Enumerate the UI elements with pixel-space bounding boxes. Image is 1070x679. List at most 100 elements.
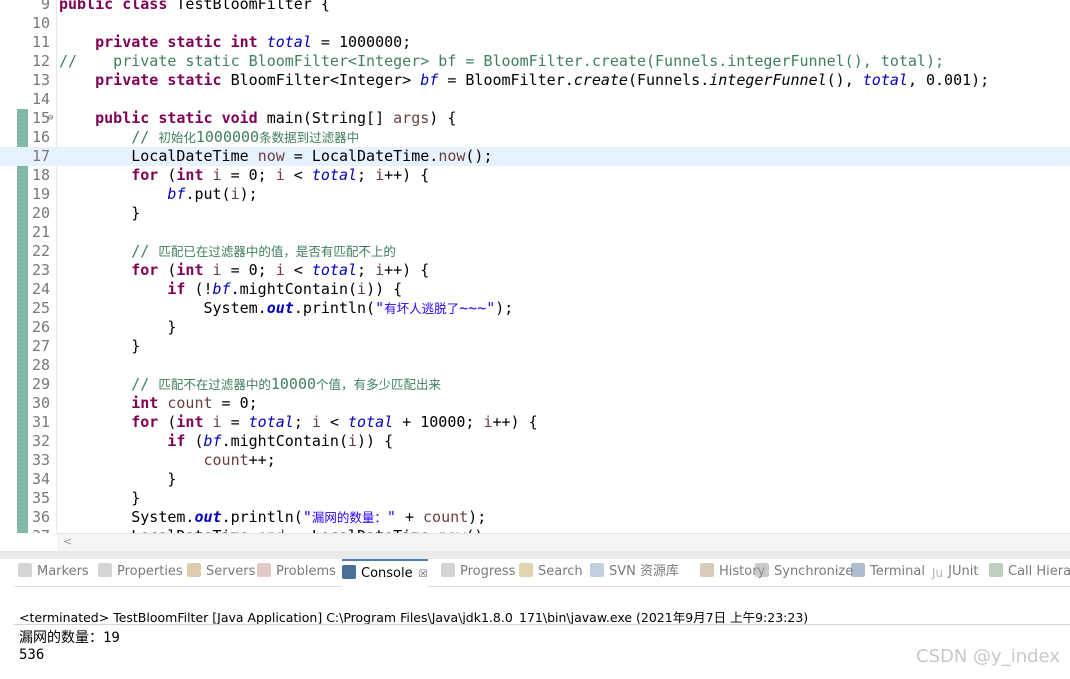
tab-terminal[interactable]: Terminal: [851, 559, 925, 586]
svn-icon: [590, 563, 604, 577]
tab-label: Console: [361, 566, 413, 581]
console-output-line-2: 536: [19, 647, 45, 663]
line-number: 26: [31, 318, 50, 336]
line-number: 22: [31, 242, 50, 260]
code-line[interactable]: 16 // 初始化1000000条数据到过滤器中: [0, 128, 1070, 147]
code-text: System.out.println("漏网的数量：" + count);: [59, 508, 487, 526]
scroll-left-arrow-icon[interactable]: <: [63, 535, 72, 548]
search-icon: [519, 563, 533, 577]
code-line[interactable]: 29 // 匹配不在过滤器中的10000个值，有多少匹配出来: [0, 375, 1070, 394]
code-text: public static void main(String[] args) {: [95, 109, 457, 127]
code-line[interactable]: 30 int count = 0;: [0, 394, 1070, 413]
tab-junit[interactable]: Ju JUnit: [932, 559, 978, 586]
line-number: 29: [31, 375, 50, 393]
tab-label: Markers: [37, 564, 89, 579]
code-line[interactable]: 9 public class TestBloomFilter {: [0, 0, 1070, 14]
line-number: 30: [31, 394, 50, 412]
code-line[interactable]: 26 }: [0, 318, 1070, 337]
tab-label: Synchronize: [774, 564, 854, 579]
line-number: 37: [28, 527, 50, 533]
code-line[interactable]: 33 count++;: [0, 451, 1070, 470]
code-text: // private static BloomFilter<Integer> b…: [59, 52, 945, 70]
code-line[interactable]: 17 LocalDateTime now = LocalDateTime.now…: [0, 147, 1070, 166]
tab-progress[interactable]: Progress: [441, 559, 515, 586]
line-number: 13: [31, 71, 50, 89]
fold-toggle-icon[interactable]: ⊖: [48, 109, 53, 128]
bottom-panel-tabs: Markers Properties Servers Problems Console ☒…: [14, 559, 1070, 588]
properties-icon: [98, 563, 112, 577]
code-line[interactable]: 25 System.out.println("有坏人逃脱了~~~");: [0, 299, 1070, 318]
terminal-icon: [851, 563, 865, 577]
code-editor[interactable]: 9 public class TestBloomFilter {10 11 priv…: [0, 0, 1070, 533]
tab-servers[interactable]: Servers: [187, 559, 255, 586]
code-text: if (bf.mightContain(i)) {: [167, 432, 394, 450]
code-line[interactable]: 32 if (bf.mightContain(i)) {: [0, 432, 1070, 451]
code-line[interactable]: 34 }: [0, 470, 1070, 489]
tab-markers[interactable]: Markers: [18, 559, 89, 586]
line-number: 12: [31, 52, 50, 70]
code-line[interactable]: 20 }: [0, 204, 1070, 223]
line-number: 24: [31, 280, 50, 298]
code-line[interactable]: 31 for (int i = total; i < total + 10000…: [0, 413, 1070, 432]
code-line[interactable]: 24 if (!bf.mightContain(i)) {: [0, 280, 1070, 299]
tab-label: Problems: [276, 564, 336, 579]
tab-label: Search: [538, 564, 583, 579]
tab-console[interactable]: Console ☒: [342, 559, 428, 588]
code-line[interactable]: 13 private static BloomFilter<Integer> b…: [0, 71, 1070, 90]
line-number: 28: [31, 356, 50, 374]
code-text: }: [59, 470, 177, 488]
tab-search[interactable]: Search: [519, 559, 583, 586]
code-line[interactable]: 28: [0, 356, 1070, 375]
tab-label: Call Hierar: [1008, 564, 1070, 579]
tab-label: Terminal: [870, 564, 925, 579]
code-line[interactable]: 15 ⊖ public static void main(String[] arg…: [0, 109, 1070, 128]
code-line[interactable]: 21: [0, 223, 1070, 242]
tab-synchronize[interactable]: Synchronize: [755, 559, 853, 586]
markers-icon: [18, 563, 32, 577]
tab-label: SVN 资源库: [609, 564, 680, 579]
close-icon[interactable]: ☒: [419, 569, 428, 580]
tab-label: JUnit: [948, 564, 979, 579]
junit-icon: Ju: [932, 566, 944, 580]
line-number: 10: [31, 14, 50, 32]
code-line[interactable]: 36 System.out.println("漏网的数量：" + count);: [0, 508, 1070, 527]
line-number: 18: [31, 166, 50, 184]
tab-call-hierar[interactable]: Call Hierar: [989, 559, 1070, 586]
code-text: }: [59, 204, 141, 222]
tab-svn[interactable]: SVN 资源库: [590, 559, 679, 586]
code-line[interactable]: 12 // private static BloomFilter<Integer>…: [0, 52, 1070, 71]
console-divider: [14, 624, 1070, 625]
code-line[interactable]: 35 }: [0, 489, 1070, 508]
progress-icon: [441, 563, 455, 577]
code-text: // 匹配不在过滤器中的10000个值，有多少匹配出来: [59, 375, 442, 393]
code-line[interactable]: 22 // 匹配已在过滤器中的值，是否有匹配不上的: [0, 242, 1070, 261]
code-text: for (int i = 0; i < total; i++) {: [131, 261, 430, 279]
tab-label: Servers: [206, 564, 256, 579]
line-number: 34: [31, 470, 50, 488]
code-line[interactable]: 10: [0, 14, 1070, 33]
code-text: private static int total = 1000000;: [95, 33, 412, 51]
code-line[interactable]: 19 bf.put(i);: [0, 185, 1070, 204]
code-text: System.out.println("有坏人逃脱了~~~");: [59, 299, 514, 317]
line-number: 25: [31, 299, 50, 317]
line-number: 36: [31, 508, 50, 526]
code-line[interactable]: 23 for (int i = 0; i < total; i++) {: [0, 261, 1070, 280]
code-line[interactable]: 18 for (int i = 0; i < total; i++) {: [0, 166, 1070, 185]
console-icon: [342, 565, 356, 579]
code-text: }: [59, 337, 141, 355]
console-output-line-1: 漏网的数量：19: [19, 630, 120, 646]
code-line[interactable]: 14: [0, 90, 1070, 109]
code-line[interactable]: 27 }: [0, 337, 1070, 356]
line-number: 17: [31, 147, 50, 165]
line-number: 20: [31, 204, 50, 222]
tab-problems[interactable]: Problems: [257, 559, 336, 586]
line-number: 32: [31, 432, 50, 450]
console-view[interactable]: <terminated> TestBloomFilter [Java Appli…: [14, 587, 1070, 679]
code-text: bf.put(i);: [167, 185, 258, 203]
servers-icon: [187, 563, 201, 577]
code-text: for (int i = 0; i < total; i++) {: [131, 166, 430, 184]
tab-properties[interactable]: Properties: [98, 559, 183, 586]
code-text: for (int i = total; i < total + 10000; i…: [131, 413, 538, 431]
horizontal-scrollbar[interactable]: <: [57, 533, 1070, 551]
code-line[interactable]: 11 private static int total = 1000000;: [0, 33, 1070, 52]
